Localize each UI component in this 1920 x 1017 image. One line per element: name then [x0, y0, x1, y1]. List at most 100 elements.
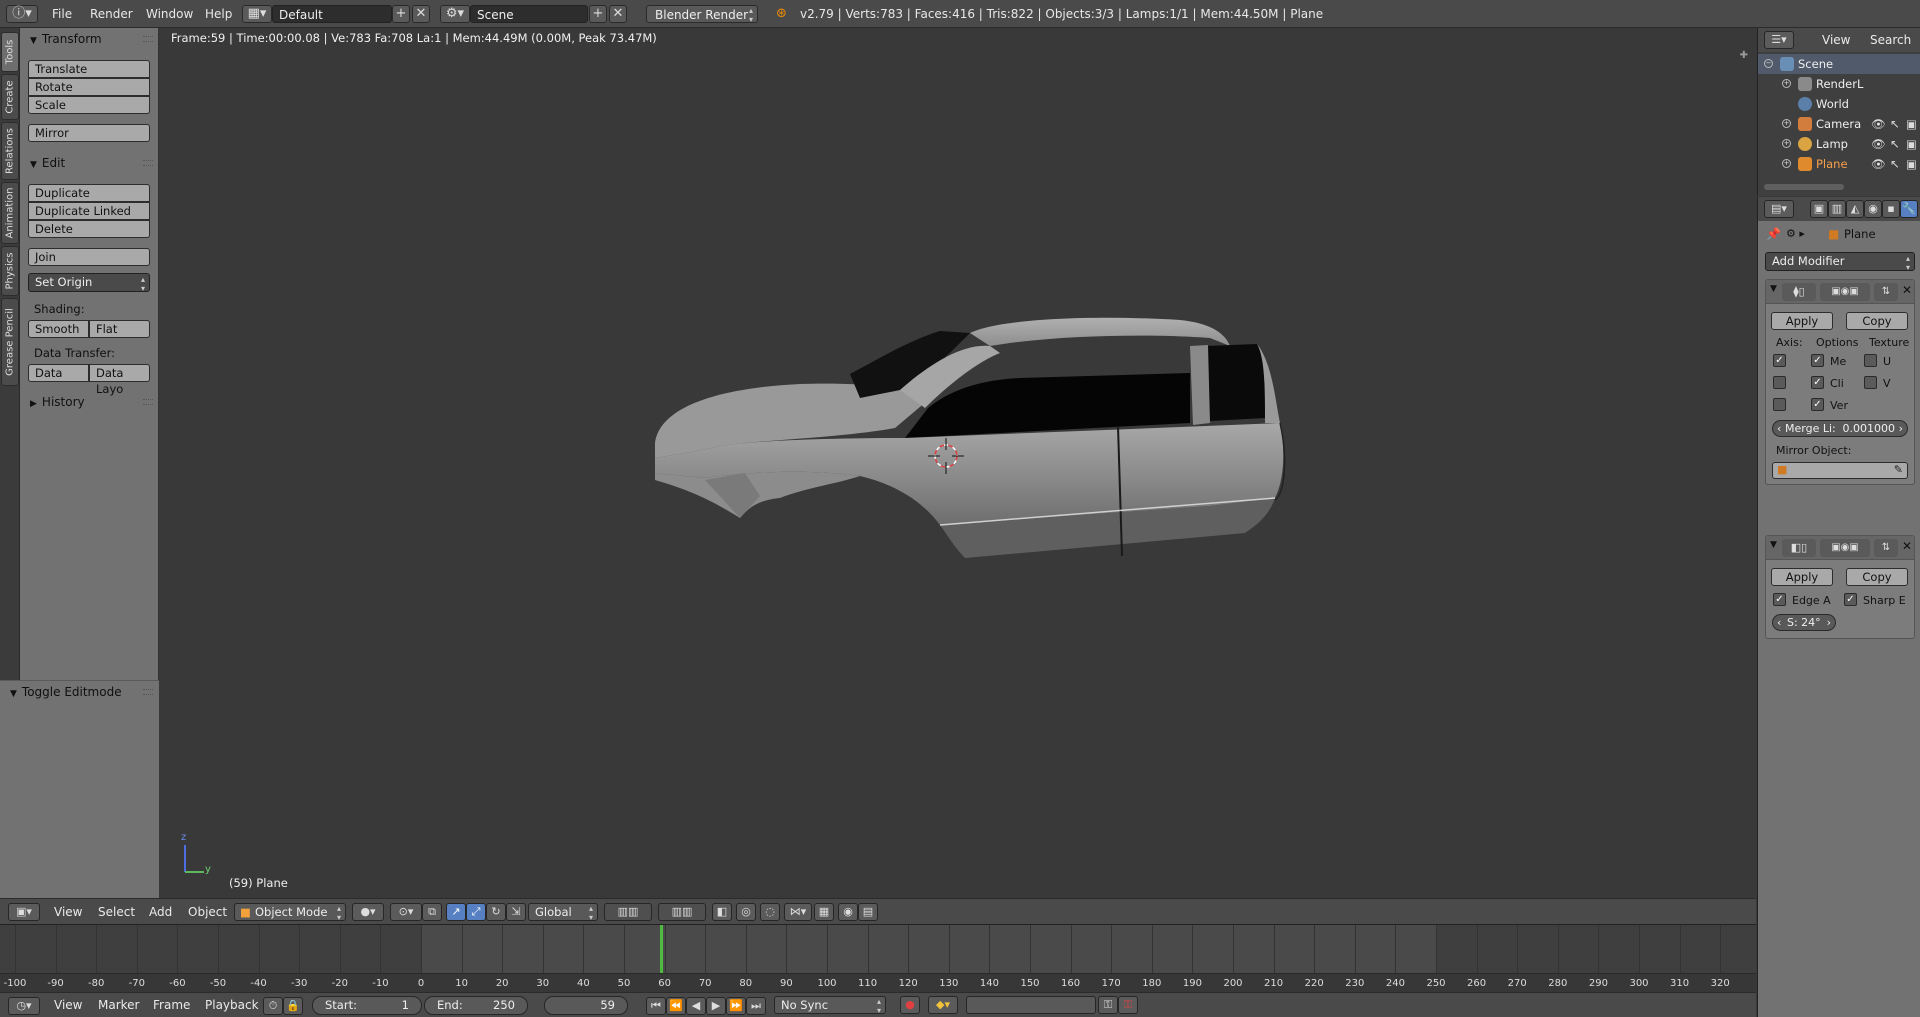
axis-x-checkbox[interactable]: ✓: [1773, 354, 1786, 367]
properties-editor[interactable]: ▤▾ ▣ ▥ ◭ ◉ ▪ 🔧 📌 ⚙ ▸ ■ Plane Add Modifie…: [1757, 197, 1920, 1017]
expand-icon[interactable]: +: [1782, 139, 1791, 148]
menu-view[interactable]: View: [54, 899, 82, 925]
render-camera-icon[interactable]: ▣: [1906, 134, 1917, 154]
editor-type-3d-view-icon[interactable]: ▣▾: [8, 903, 40, 921]
data-transfer-button[interactable]: Data: [28, 364, 89, 382]
apply-edge-split-button[interactable]: Apply: [1771, 568, 1833, 586]
editor-type-properties-icon[interactable]: ▤▾: [1764, 200, 1794, 218]
texture-v-checkbox[interactable]: [1864, 376, 1877, 389]
panel-grip-icon[interactable]: [143, 689, 153, 695]
active-keying-set-field[interactable]: [966, 996, 1096, 1014]
lock-range-icon[interactable]: 🔒: [283, 997, 303, 1015]
panel-grip-icon[interactable]: [143, 36, 153, 42]
scene-field[interactable]: Scene: [470, 5, 588, 23]
outliner-item-scene[interactable]: − Scene: [1758, 54, 1920, 74]
split-angle-inc-icon[interactable]: ›: [1827, 615, 1831, 630]
merge-limit-dec-icon[interactable]: ‹: [1777, 421, 1781, 436]
tab-physics[interactable]: Physics: [1, 246, 19, 296]
modifiers-tab-icon[interactable]: 🔧: [1900, 200, 1918, 218]
select-arrow-icon[interactable]: ↖: [1890, 134, 1900, 154]
axis-y-checkbox[interactable]: [1773, 376, 1786, 389]
copy-edge-split-button[interactable]: Copy: [1846, 568, 1908, 586]
join-button[interactable]: Join: [28, 248, 150, 266]
timeline-menu-playback[interactable]: Playback: [205, 993, 259, 1017]
transform-orientation-dropdown[interactable]: Global ▴ ▾: [528, 903, 598, 922]
world-tab-icon[interactable]: ◉: [1864, 200, 1882, 218]
current-frame-field[interactable]: 59: [544, 996, 628, 1015]
translate-manipulator-icon[interactable]: ↗: [446, 903, 466, 921]
apply-mirror-button[interactable]: Apply: [1771, 312, 1833, 330]
jump-end-icon[interactable]: ⏭: [746, 997, 766, 1015]
modifier-visibility-toggles-icon[interactable]: ▣◉▣: [1820, 539, 1870, 557]
tab-create[interactable]: Create: [1, 74, 19, 120]
next-keyframe-icon[interactable]: ⏩: [726, 997, 746, 1015]
expand-icon[interactable]: +: [1782, 159, 1791, 168]
render-layers-tab-icon[interactable]: ▥: [1828, 200, 1846, 218]
sync-mode-dropdown[interactable]: No Sync ▴ ▾: [774, 996, 886, 1015]
layout-field[interactable]: Default: [272, 5, 392, 23]
prev-keyframe-icon[interactable]: ⏪: [666, 997, 686, 1015]
render-engine-dropdown[interactable]: Blender Render ▴ ▾: [646, 5, 758, 24]
opengl-anim-icon[interactable]: ▤: [858, 903, 878, 921]
tab-tools[interactable]: Tools: [1, 32, 19, 72]
scene-icon[interactable]: ⚙▾: [440, 5, 470, 23]
mirror-object-field[interactable]: ■ ✎: [1772, 462, 1908, 479]
screen-layout-icon[interactable]: ▦▾: [242, 5, 272, 23]
move-manipulator-icon[interactable]: ⤢: [466, 903, 486, 921]
visibility-eye-icon[interactable]: 👁: [1871, 114, 1886, 134]
close-modifier-icon[interactable]: ✕: [1902, 539, 1912, 553]
snap-element-icon[interactable]: ⋈▾: [784, 903, 812, 921]
expand-icon[interactable]: +: [1782, 79, 1791, 88]
merge-limit-field[interactable]: ‹ Merge Li: 0.001000 ›: [1772, 420, 1908, 437]
lock-layers-icon[interactable]: ◧: [712, 903, 732, 921]
keying-set-icon[interactable]: ◆▾: [928, 996, 958, 1014]
transform-panel-header[interactable]: ▼ Transform: [20, 28, 159, 50]
object-tab-icon[interactable]: ▪: [1882, 200, 1900, 218]
rotate-manipulator-icon[interactable]: ↻: [486, 903, 506, 921]
duplicate-button[interactable]: Duplicate: [28, 184, 150, 202]
history-panel-header[interactable]: ▶ History: [20, 391, 159, 413]
area-split-icon[interactable]: ✚: [1740, 50, 1748, 61]
expand-icon[interactable]: −: [1764, 59, 1773, 68]
outliner-item-plane[interactable]: + Plane 👁 ↖ ▣: [1758, 154, 1920, 174]
delete-keyframe-icon[interactable]: ⚿: [1118, 996, 1138, 1014]
toggle-editmode-header[interactable]: ▼ Toggle Editmode: [0, 681, 159, 703]
smooth-button[interactable]: Smooth: [28, 320, 89, 338]
menu-select[interactable]: Select: [98, 899, 135, 925]
add-layout-button[interactable]: +: [392, 5, 410, 23]
tab-grease-pencil[interactable]: Grease Pencil: [1, 298, 19, 386]
menu-add[interactable]: Add: [149, 899, 172, 925]
collapse-triangle-icon[interactable]: ▼: [1770, 540, 1777, 550]
modifier-move-icon[interactable]: ⇅: [1874, 539, 1898, 557]
menu-file[interactable]: File: [52, 0, 72, 28]
render-camera-icon[interactable]: ▣: [1906, 154, 1917, 174]
editor-type-outliner-icon[interactable]: ☰▾: [1764, 31, 1794, 49]
panel-grip-icon[interactable]: [143, 399, 153, 405]
add-scene-button[interactable]: +: [589, 5, 607, 23]
select-arrow-icon[interactable]: ↖: [1890, 114, 1900, 134]
texture-u-checkbox[interactable]: [1864, 354, 1877, 367]
add-modifier-dropdown[interactable]: Add Modifier ▴ ▾: [1765, 252, 1915, 272]
end-frame-field[interactable]: End: 250: [424, 996, 528, 1015]
scale-button[interactable]: Scale: [28, 96, 150, 114]
scene-layers-2-icon[interactable]: ▥▥: [658, 903, 706, 921]
menu-render[interactable]: Render: [90, 0, 133, 28]
scene-layers-icon[interactable]: ▥▥: [604, 903, 652, 921]
visibility-eye-icon[interactable]: 👁: [1871, 154, 1886, 174]
panel-grip-icon[interactable]: [143, 160, 153, 166]
scene-tab-icon[interactable]: ◭: [1846, 200, 1864, 218]
render-tab-icon[interactable]: ▣: [1810, 200, 1828, 218]
rotate-button[interactable]: Rotate: [28, 78, 150, 96]
edge-angle-checkbox[interactable]: ✓: [1773, 593, 1786, 606]
remove-scene-button[interactable]: ✕: [609, 5, 627, 23]
outliner[interactable]: ☰▾ View Search − Scene + RenderL World +…: [1757, 28, 1920, 196]
menu-object[interactable]: Object: [188, 899, 227, 925]
data-layout-button[interactable]: Data Layo: [89, 364, 150, 396]
vertex-groups-checkbox[interactable]: ✓: [1811, 398, 1824, 411]
outliner-item-world[interactable]: World: [1758, 94, 1920, 114]
pin-icon[interactable]: 📌: [1766, 227, 1781, 241]
merge-limit-inc-icon[interactable]: ›: [1899, 421, 1903, 436]
play-reverse-icon[interactable]: ◀: [686, 997, 706, 1015]
clipping-checkbox[interactable]: ✓: [1811, 376, 1824, 389]
timeline-ruler[interactable]: -100 -90 -80 -70 -60 -50 -40 -30 -20 -10 0 10 20 30 40…: [0, 973, 1756, 993]
